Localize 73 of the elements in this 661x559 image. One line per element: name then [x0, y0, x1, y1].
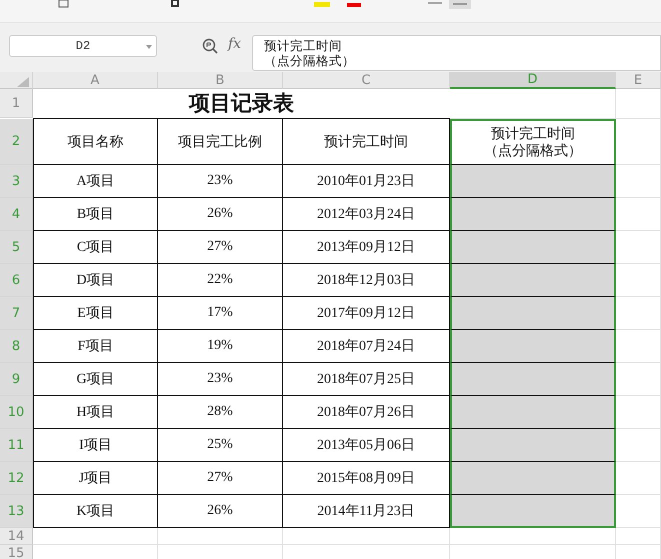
- insert-function-button[interactable]: fx: [228, 36, 248, 52]
- row-header[interactable]: 7: [0, 297, 33, 330]
- table-cell: J项目: [33, 462, 158, 495]
- row-header[interactable]: 8: [0, 330, 33, 363]
- table-cell: 28%: [158, 396, 283, 429]
- table-cell: 23%: [158, 363, 283, 396]
- table-cell: B项目: [33, 198, 158, 231]
- empty-cell[interactable]: [450, 528, 616, 545]
- table-header: 预计完工时间: [283, 119, 450, 165]
- table-cell: K项目: [33, 495, 158, 528]
- table-cell: F项目: [33, 330, 158, 363]
- table-cell: H项目: [33, 396, 158, 429]
- row-header[interactable]: 6: [0, 264, 33, 297]
- formula-text: 预计完工时间: [264, 38, 342, 53]
- row-header[interactable]: 2: [0, 119, 33, 165]
- row-header[interactable]: 4: [0, 198, 33, 231]
- table-cell: C项目: [33, 231, 158, 264]
- table-cell: G项目: [33, 363, 158, 396]
- table-header: 项目名称: [33, 119, 158, 165]
- table-cell: 23%: [158, 165, 283, 198]
- row-header[interactable]: 14: [0, 528, 33, 545]
- table-cell[interactable]: [450, 429, 616, 462]
- dropdown-caret-icon[interactable]: [146, 45, 152, 49]
- table-header: 项目完工比例: [158, 119, 283, 165]
- table-cell: D项目: [33, 264, 158, 297]
- formula-field[interactable]: 预计完工时间 （点分隔格式）: [252, 35, 661, 71]
- table-cell[interactable]: [450, 396, 616, 429]
- empty-cell[interactable]: [158, 528, 283, 545]
- table-cell[interactable]: [450, 264, 616, 297]
- table-cell: I项目: [33, 429, 158, 462]
- row-header[interactable]: 13: [0, 495, 33, 528]
- row-header[interactable]: 12: [0, 462, 33, 495]
- row-header[interactable]: 15: [0, 545, 33, 559]
- table-cell[interactable]: [450, 330, 616, 363]
- select-all-icon[interactable]: [17, 77, 29, 87]
- column-header[interactable]: C: [283, 72, 450, 89]
- row-header[interactable]: 11: [0, 429, 33, 462]
- column-header[interactable]: D: [450, 72, 616, 89]
- empty-cell[interactable]: [450, 89, 616, 119]
- row-header[interactable]: 3: [0, 165, 33, 198]
- table-cell[interactable]: [450, 297, 616, 330]
- formula-text: （点分隔格式）: [264, 53, 355, 68]
- table-cell: A项目: [33, 165, 158, 198]
- row-header[interactable]: 10: [0, 396, 33, 429]
- table-cell: 27%: [158, 231, 283, 264]
- name-box[interactable]: D2: [9, 35, 157, 57]
- row-header[interactable]: 5: [0, 231, 33, 264]
- table-cell[interactable]: [450, 462, 616, 495]
- column-header[interactable]: A: [33, 72, 158, 89]
- empty-cell[interactable]: [616, 89, 661, 119]
- table-cell: 19%: [158, 330, 283, 363]
- row-header[interactable]: 9: [0, 363, 33, 396]
- table-cell: 22%: [158, 264, 283, 297]
- table-cell: 27%: [158, 462, 283, 495]
- table-title: 项目记录表: [33, 89, 450, 119]
- table-cell[interactable]: [450, 198, 616, 231]
- table-cell: 26%: [158, 495, 283, 528]
- table-cell: 26%: [158, 198, 283, 231]
- zoom-icon[interactable]: [202, 38, 218, 54]
- row-header[interactable]: 1: [0, 89, 33, 118]
- table-cell[interactable]: [450, 495, 616, 528]
- cell-reference: D2: [76, 39, 90, 53]
- table-cell[interactable]: [450, 165, 616, 198]
- table-cell: 17%: [158, 297, 283, 330]
- table-cell: E项目: [33, 297, 158, 330]
- empty-cell[interactable]: [616, 528, 661, 545]
- column-header[interactable]: E: [616, 72, 661, 89]
- table-cell: 25%: [158, 429, 283, 462]
- empty-cell[interactable]: [616, 119, 661, 165]
- empty-cell[interactable]: [283, 528, 450, 545]
- table-cell[interactable]: [450, 363, 616, 396]
- table-cell[interactable]: [450, 231, 616, 264]
- column-header[interactable]: B: [158, 72, 283, 89]
